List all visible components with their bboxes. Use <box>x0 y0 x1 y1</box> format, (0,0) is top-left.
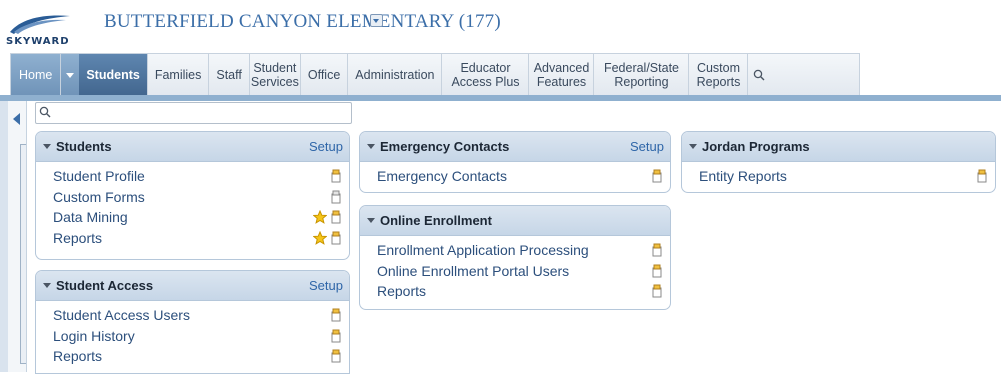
new-window-icon[interactable] <box>329 349 343 363</box>
data-mining-link[interactable]: Data Mining <box>53 209 313 225</box>
card-title: Jordan Programs <box>702 139 810 154</box>
nav-search-button[interactable] <box>748 54 770 96</box>
card-title: Student Access <box>56 278 154 293</box>
new-window-icon[interactable] <box>650 264 664 278</box>
setup-link[interactable]: Setup <box>309 278 343 293</box>
list-item[interactable]: Emergency Contacts <box>360 166 670 187</box>
nav-students[interactable]: Students <box>79 54 148 96</box>
student-access-card-header: Student Access Setup <box>36 271 349 301</box>
search-input[interactable] <box>54 104 348 122</box>
nav-home[interactable]: Home <box>11 54 62 96</box>
new-window-icon[interactable] <box>329 329 343 343</box>
list-item[interactable]: Reports <box>36 346 349 367</box>
reports-link[interactable]: Reports <box>53 230 313 246</box>
collapse-triangle-icon[interactable] <box>43 144 51 149</box>
chevron-down-icon <box>66 72 75 78</box>
entity-reports-link[interactable]: Entity Reports <box>699 168 975 184</box>
online-enrollment-card: Online Enrollment Enrollment Application… <box>359 205 671 310</box>
search-icon <box>754 69 765 81</box>
collapse-triangle-icon[interactable] <box>367 218 375 223</box>
collapse-arrow-icon <box>13 113 20 125</box>
app-header: SKYWARD BUTTERFIELD CANYON ELEMENTARY (1… <box>0 0 1001 52</box>
jordan-programs-card-header: Jordan Programs <box>682 132 995 162</box>
new-window-icon[interactable] <box>329 190 343 204</box>
nav-families[interactable]: Families <box>148 54 210 96</box>
list-item[interactable]: Online Enrollment Portal Users <box>360 261 670 282</box>
setup-link[interactable]: Setup <box>630 139 664 154</box>
list-item[interactable]: Login History <box>36 326 349 347</box>
collapse-triangle-icon[interactable] <box>689 144 697 149</box>
student-profile-link[interactable]: Student Profile <box>53 168 329 184</box>
skyward-logo: SKYWARD <box>6 15 70 46</box>
reports-link[interactable]: Reports <box>53 348 329 364</box>
svg-text:SKYWARD: SKYWARD <box>6 36 70 46</box>
new-window-icon[interactable] <box>329 308 343 322</box>
list-item[interactable]: Reports <box>36 228 349 249</box>
students-card: Students Setup Student Profile Custom Fo… <box>35 131 350 260</box>
side-panel-edge <box>20 144 26 364</box>
list-item[interactable]: Data Mining <box>36 207 349 228</box>
list-item[interactable]: Enrollment Application Processing <box>360 240 670 261</box>
online-enrollment-portal-users-link[interactable]: Online Enrollment Portal Users <box>377 263 650 279</box>
list-item[interactable]: Reports <box>360 281 670 302</box>
login-history-link[interactable]: Login History <box>53 328 329 344</box>
emergency-contacts-card: Emergency Contacts Setup Emergency Conta… <box>359 131 671 193</box>
nav-administration[interactable]: Administration <box>348 54 443 96</box>
nav-federal-state-reporting[interactable]: Federal/State Reporting <box>594 54 690 96</box>
new-window-icon[interactable] <box>975 169 989 183</box>
new-window-icon[interactable] <box>650 284 664 298</box>
setup-link[interactable]: Setup <box>309 139 343 154</box>
nav-educator-access-plus[interactable]: Educator Access Plus <box>442 54 530 96</box>
new-window-icon[interactable] <box>329 210 343 224</box>
star-icon[interactable] <box>313 210 327 225</box>
students-card-header: Students Setup <box>36 132 349 162</box>
card-title: Online Enrollment <box>380 213 492 228</box>
emergency-contacts-card-header: Emergency Contacts Setup <box>360 132 670 162</box>
main-nav: Home Students Families Staff Student Ser… <box>10 53 860 96</box>
list-item[interactable]: Student Access Users <box>36 305 349 326</box>
side-panel-toggle[interactable] <box>8 101 27 372</box>
nav-underline <box>0 95 1001 101</box>
search-icon <box>39 106 51 118</box>
list-item[interactable]: Entity Reports <box>682 166 995 187</box>
nav-staff[interactable]: Staff <box>209 54 250 96</box>
school-title: BUTTERFIELD CANYON ELEMENTARY (177) <box>104 11 501 32</box>
nav-advanced-features[interactable]: Advanced Features <box>529 54 595 96</box>
nav-office[interactable]: Office <box>301 54 349 96</box>
new-window-icon[interactable] <box>329 231 343 245</box>
new-window-icon[interactable] <box>329 169 343 183</box>
card-title: Students <box>56 139 112 154</box>
nav-student-services[interactable]: Student Services <box>250 54 301 96</box>
emergency-contacts-link[interactable]: Emergency Contacts <box>377 168 650 184</box>
online-enrollment-card-header: Online Enrollment <box>360 206 670 236</box>
list-item[interactable]: Custom Forms <box>36 187 349 208</box>
custom-forms-link[interactable]: Custom Forms <box>53 189 329 205</box>
collapse-triangle-icon[interactable] <box>367 144 375 149</box>
student-access-users-link[interactable]: Student Access Users <box>53 307 329 323</box>
school-dropdown-button[interactable] <box>370 14 383 27</box>
enrollment-application-processing-link[interactable]: Enrollment Application Processing <box>377 242 650 258</box>
card-title: Emergency Contacts <box>380 139 510 154</box>
new-window-icon[interactable] <box>650 169 664 183</box>
jordan-programs-card: Jordan Programs Entity Reports <box>681 131 996 193</box>
nav-custom-reports[interactable]: Custom Reports <box>689 54 749 96</box>
student-access-card: Student Access Setup Student Access User… <box>35 270 350 374</box>
collapse-triangle-icon[interactable] <box>43 283 51 288</box>
reports-link[interactable]: Reports <box>377 283 650 299</box>
star-icon[interactable] <box>313 230 327 245</box>
list-item[interactable]: Student Profile <box>36 166 349 187</box>
nav-home-dropdown[interactable] <box>61 54 80 96</box>
new-window-icon[interactable] <box>650 243 664 257</box>
search-field[interactable] <box>35 102 352 124</box>
